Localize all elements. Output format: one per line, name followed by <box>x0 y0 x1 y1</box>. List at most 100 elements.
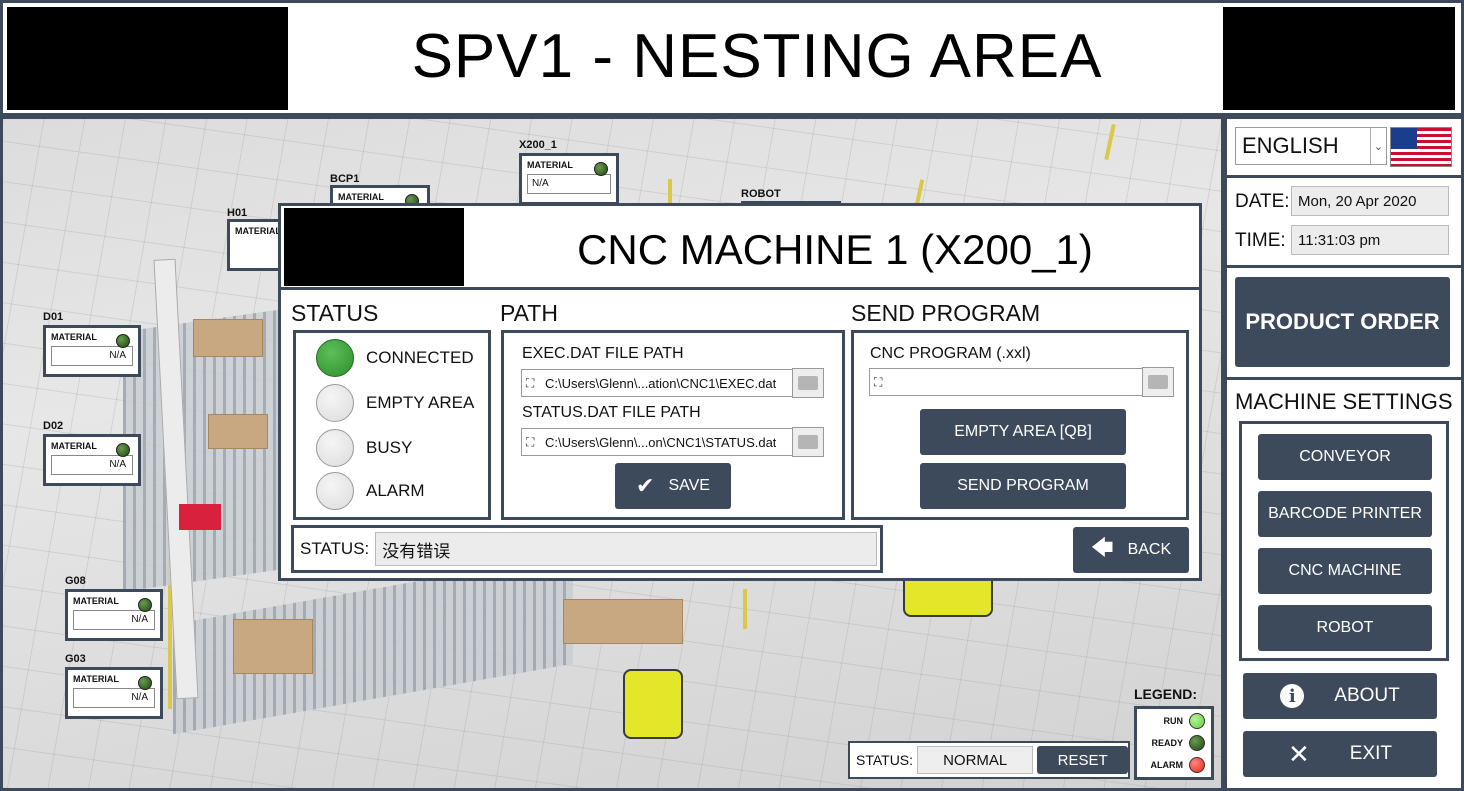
path-panel: EXEC.DAT FILE PATH ⛶ C:\Users\Glenn\...a… <box>501 330 845 520</box>
back-button[interactable]: 🡄 BACK <box>1073 527 1189 573</box>
reset-button[interactable]: RESET <box>1037 746 1128 774</box>
system-status-bar: STATUS: NORMAL RESET <box>848 741 1130 779</box>
machine-card-d01[interactable]: MATERIAL N/A <box>43 325 141 377</box>
language-select[interactable]: ENGLISH ⌄ <box>1235 127 1387 165</box>
cnc-machine-dialog: CNC MACHINE 1 (X200_1) STATUS CONNECTED … <box>278 203 1202 581</box>
status-path-label: STATUS.DAT FILE PATH <box>522 404 701 421</box>
alarm-indicator <box>316 472 354 510</box>
send-program-button[interactable]: SEND PROGRAM <box>920 463 1126 509</box>
machine-tag-x200-1: X200_1 <box>519 139 557 151</box>
cnc-program-label: CNC PROGRAM (.xxl) <box>870 345 1031 362</box>
save-button[interactable]: ✔ SAVE <box>615 463 731 509</box>
date-value: Mon, 20 Apr 2020 <box>1291 186 1449 216</box>
machine-tag-g08: G08 <box>65 575 86 587</box>
machine-settings-title: MACHINE SETTINGS <box>1235 389 1453 414</box>
alarm-indicator-icon <box>1189 757 1205 773</box>
busy-indicator <box>316 429 354 467</box>
dialog-header: CNC MACHINE 1 (X200_1) <box>281 206 1199 290</box>
arrow-left-icon: 🡄 <box>1090 535 1114 560</box>
path-tree-icon: ⛶ <box>526 434 535 449</box>
send-program-section-title: SEND PROGRAM <box>851 300 1041 326</box>
machine-tag-d01: D01 <box>43 311 64 323</box>
status-item-label: ALARM <box>366 481 425 500</box>
status-item-label: BUSY <box>366 438 413 457</box>
page-title: SPV1 - NESTING AREA <box>411 22 1103 91</box>
legend-ready: READY <box>1151 735 1205 751</box>
machine-card-g03[interactable]: MATERIAL N/A <box>65 667 163 719</box>
machine-card-d02[interactable]: MATERIAL N/A <box>43 434 141 486</box>
legend-title: LEGEND: <box>1134 686 1197 702</box>
redacted-logo-left <box>7 7 288 110</box>
status-empty-area: EMPTY AREA <box>316 383 474 423</box>
path-tree-icon: ⛶ <box>526 375 535 390</box>
dialog-title: CNC MACHINE 1 (X200_1) <box>577 226 1093 273</box>
close-icon: ✕ <box>1287 738 1310 769</box>
ready-indicator-icon <box>1189 735 1205 751</box>
cnc-program-field[interactable]: ⛶ <box>869 368 1143 396</box>
legend-run: RUN <box>1163 713 1205 729</box>
barcode-printer-button[interactable]: BARCODE PRINTER <box>1258 491 1432 537</box>
machine-settings-panel: CONVEYOR BARCODE PRINTER CNC MACHINE ROB… <box>1239 421 1449 661</box>
chevron-down-icon[interactable]: ⌄ <box>1370 128 1386 164</box>
material-label: MATERIAL <box>235 226 281 236</box>
status-path-field[interactable]: ⛶ C:\Users\Glenn\...on\CNC1\STATUS.dat <box>521 428 793 456</box>
empty-area-indicator <box>316 384 354 422</box>
robot-button[interactable]: ROBOT <box>1258 605 1432 651</box>
folder-browse-icon[interactable] <box>792 427 824 457</box>
back-label: BACK <box>1127 541 1172 558</box>
info-icon: i <box>1280 684 1305 708</box>
status-path-value: C:\Users\Glenn\...on\CNC1\STATUS.dat <box>545 434 777 450</box>
material-value: N/A <box>51 455 133 475</box>
path-tree-icon: ⛶ <box>874 374 883 389</box>
status-connected: CONNECTED <box>316 338 474 378</box>
material-value: N/A <box>51 346 133 366</box>
folder-browse-icon[interactable] <box>1142 367 1174 397</box>
folder-browse-icon[interactable] <box>792 368 824 398</box>
material-value: N/A <box>527 174 611 194</box>
machine-card-g08[interactable]: MATERIAL N/A <box>65 589 163 641</box>
about-label: ABOUT <box>1334 685 1400 706</box>
status-led <box>594 162 608 176</box>
status-led <box>116 443 130 457</box>
exit-button[interactable]: ✕ EXIT <box>1243 731 1437 777</box>
send-program-panel: CNC PROGRAM (.xxl) ⛶ EMPTY AREA [QB] SEN… <box>851 330 1189 520</box>
us-flag-icon <box>1390 127 1452 167</box>
empty-area-button[interactable]: EMPTY AREA [QB] <box>920 409 1126 455</box>
right-sidebar: ENGLISH ⌄ DATE: Mon, 20 Apr 2020 TIME: 1… <box>1224 116 1464 791</box>
status-item-label: EMPTY AREA <box>366 393 475 412</box>
status-led <box>138 598 152 612</box>
time-label: TIME: <box>1235 230 1286 251</box>
cnc-machine-button[interactable]: CNC MACHINE <box>1258 548 1432 594</box>
product-order-button[interactable]: PRODUCT ORDER <box>1235 277 1450 367</box>
status-panel: CONNECTED EMPTY AREA BUSY ALARM <box>293 330 491 520</box>
about-button[interactable]: i ABOUT <box>1243 673 1437 719</box>
status-alarm: ALARM <box>316 471 425 511</box>
status-section-title: STATUS <box>291 300 379 326</box>
connected-indicator <box>316 339 354 377</box>
status-led <box>138 676 152 690</box>
exec-path-value: C:\Users\Glenn\...ation\CNC1\EXEC.dat <box>545 375 777 391</box>
legend-label: READY <box>1151 738 1183 748</box>
exec-path-label: EXEC.DAT FILE PATH <box>522 345 684 362</box>
exec-path-field[interactable]: ⛶ C:\Users\Glenn\...ation\CNC1\EXEC.dat <box>521 369 793 397</box>
conveyor-button[interactable]: CONVEYOR <box>1258 434 1432 480</box>
language-value: ENGLISH <box>1242 133 1339 158</box>
machine-card-x200-1[interactable]: MATERIAL N/A <box>519 153 619 205</box>
status-label: STATUS: <box>300 539 370 558</box>
status-led <box>116 334 130 348</box>
date-label: DATE: <box>1235 191 1290 212</box>
header-bar: SPV1 - NESTING AREA <box>0 0 1464 116</box>
dialog-status-bar: STATUS: 没有错误 <box>291 525 883 573</box>
legend-label: ALARM <box>1150 760 1184 770</box>
machine-tag-bcp1: BCP1 <box>330 173 360 185</box>
status-message: 没有错误 <box>375 532 878 566</box>
system-status-label: STATUS: <box>856 752 914 768</box>
machine-tag-d02: D02 <box>43 420 64 432</box>
redacted-logo-right <box>1223 7 1455 110</box>
machine-tag-robot: ROBOT <box>741 188 781 200</box>
legend-panel: RUN READY ALARM <box>1134 706 1214 780</box>
machine-tag-g03: G03 <box>65 653 86 665</box>
system-status-value: NORMAL <box>917 746 1034 774</box>
legend-label: RUN <box>1163 716 1184 726</box>
status-item-label: CONNECTED <box>366 348 474 367</box>
